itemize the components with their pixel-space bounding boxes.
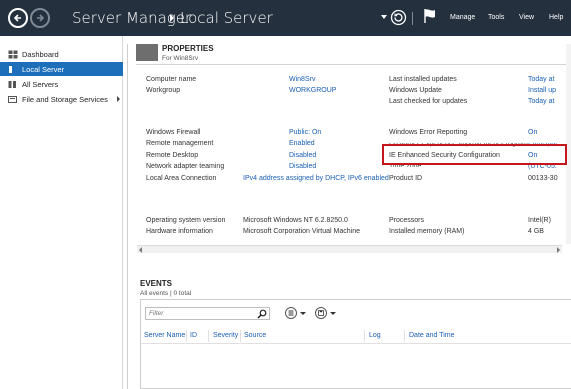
nav-label: All Servers [22,79,59,89]
column-separator [364,330,365,342]
column-separator [404,330,405,342]
column-log[interactable]: Log [369,332,381,339]
prop-value-product-id: 00133-30 [528,175,558,182]
horizontal-scrollbar[interactable] [137,245,562,253]
prop-label-hardware: Hardware information [146,228,213,235]
prop-label-processors: Processors [389,217,425,224]
prop-value-ram: 4 GB [528,228,544,235]
prop-label-error-reporting: Windows Error Reporting [389,129,468,136]
list-view-dropdown-icon[interactable] [300,312,306,315]
storage-icon [8,95,18,104]
properties-subtitle: For Win8Srv [162,55,199,62]
prop-value-processors: Intel(R) [528,217,551,224]
column-separator [208,330,209,342]
flag-icon[interactable] [423,8,437,26]
servers-icon [8,80,18,89]
back-button[interactable] [8,8,28,28]
column-separator [186,330,187,342]
title-bar: Server Manager Local Server Manage Tools… [0,0,571,36]
dashboard-icon [8,50,18,59]
prop-label-lan: Local Area Connection [146,175,217,182]
server-icon [8,65,18,74]
prop-value-nic-teaming[interactable]: Disabled [289,163,316,170]
list-icon [288,310,294,316]
prop-label-os-version: Operating system version [146,217,226,224]
prop-label-last-installed: Last installed updates [389,76,457,83]
prop-value-error-reporting[interactable]: On [528,129,537,136]
list-view-button[interactable] [285,307,297,319]
toolbar-divider [412,12,413,25]
chevron-right-icon[interactable] [117,96,120,102]
prop-value-computer-name[interactable]: Win8Srv [289,76,315,83]
menu-tools[interactable]: Tools [488,14,504,21]
prop-label-windows-update: Windows Update [389,87,442,94]
prop-value-remote-management[interactable]: Enabled [289,140,315,147]
prop-label-ram: Installed memory (RAM) [389,228,465,235]
save-query-button[interactable] [315,307,327,319]
scroll-left-icon[interactable] [139,247,142,253]
prop-value-workgroup[interactable]: WORKGROUP [289,87,336,94]
properties-title: PROPERTIES [162,44,214,53]
arrow-right-icon [37,14,45,22]
nav-label: File and Storage Services [22,94,108,104]
prop-value-firewall[interactable]: Public: On [289,129,321,136]
prop-label-remote-desktop: Remote Desktop [146,152,199,159]
nav-item-dashboard[interactable]: Dashboard [0,47,123,61]
events-filter[interactable] [145,307,270,320]
menu-help[interactable]: Help [549,14,563,21]
breadcrumb-page: Local Server [180,9,273,27]
save-icon [318,310,324,316]
prop-value-last-installed[interactable]: Today at [528,76,554,83]
prop-label-computer-name: Computer name [146,76,197,83]
prop-value-last-checked[interactable]: Today at [528,98,554,105]
prop-value-hardware: Microsoft Corporation Virtual Machine [243,228,360,235]
search-icon[interactable] [257,309,267,321]
prop-value-lan[interactable]: IPv4 address assigned by DHCP, IPv6 enab… [243,175,389,182]
prop-label-nic-teaming: Network adapter teaming [146,163,225,170]
save-query-dropdown-icon[interactable] [330,312,336,315]
prop-label-firewall: Windows Firewall [146,129,201,136]
filter-input[interactable] [146,308,254,319]
prop-value-remote-desktop[interactable]: Disabled [289,152,316,159]
column-separator [240,330,241,342]
prop-label-remote-management: Remote management [146,140,214,147]
refresh-icon[interactable] [390,9,407,28]
events-title: EVENTS [140,279,173,288]
section-divider [127,44,128,389]
prop-label-workgroup: Workgroup [146,87,181,94]
column-date-time[interactable]: Date and Time [409,332,455,339]
nav-item-local-server[interactable]: Local Server [0,62,123,76]
column-server-name[interactable]: Server Name [144,332,185,339]
breadcrumb-separator-icon [170,14,174,22]
arrow-left-icon [13,14,21,22]
nav-item-all-servers[interactable]: All Servers [0,77,123,91]
left-navigation: Dashboard Local Server All Servers File … [0,36,123,389]
nav-label: Local Server [22,64,65,74]
nav-item-file-storage[interactable]: File and Storage Services [0,92,123,106]
column-id[interactable]: ID [190,332,197,339]
highlight-box-ie-esc [382,144,567,165]
column-source[interactable]: Source [244,332,266,339]
properties-header-rule [136,64,566,65]
prop-label-product-id: Product ID [389,175,423,182]
column-severity[interactable]: Severity [213,332,238,339]
prop-label-last-checked: Last checked for updates [389,98,468,105]
events-header-rule [141,343,571,344]
menu-view[interactable]: View [519,14,534,21]
events-subtitle: All events | 0 total [140,290,192,297]
prop-value-windows-update[interactable]: Install up [528,87,556,94]
properties-badge-icon [136,44,158,61]
scroll-right-icon[interactable] [557,247,560,253]
prop-value-os-version: Microsoft Windows NT 6.2.8250.0 [243,217,348,224]
nav-label: Dashboard [22,49,59,59]
refresh-dropdown-icon[interactable] [381,15,387,19]
menu-manage[interactable]: Manage [450,14,475,21]
forward-button[interactable] [30,8,50,28]
